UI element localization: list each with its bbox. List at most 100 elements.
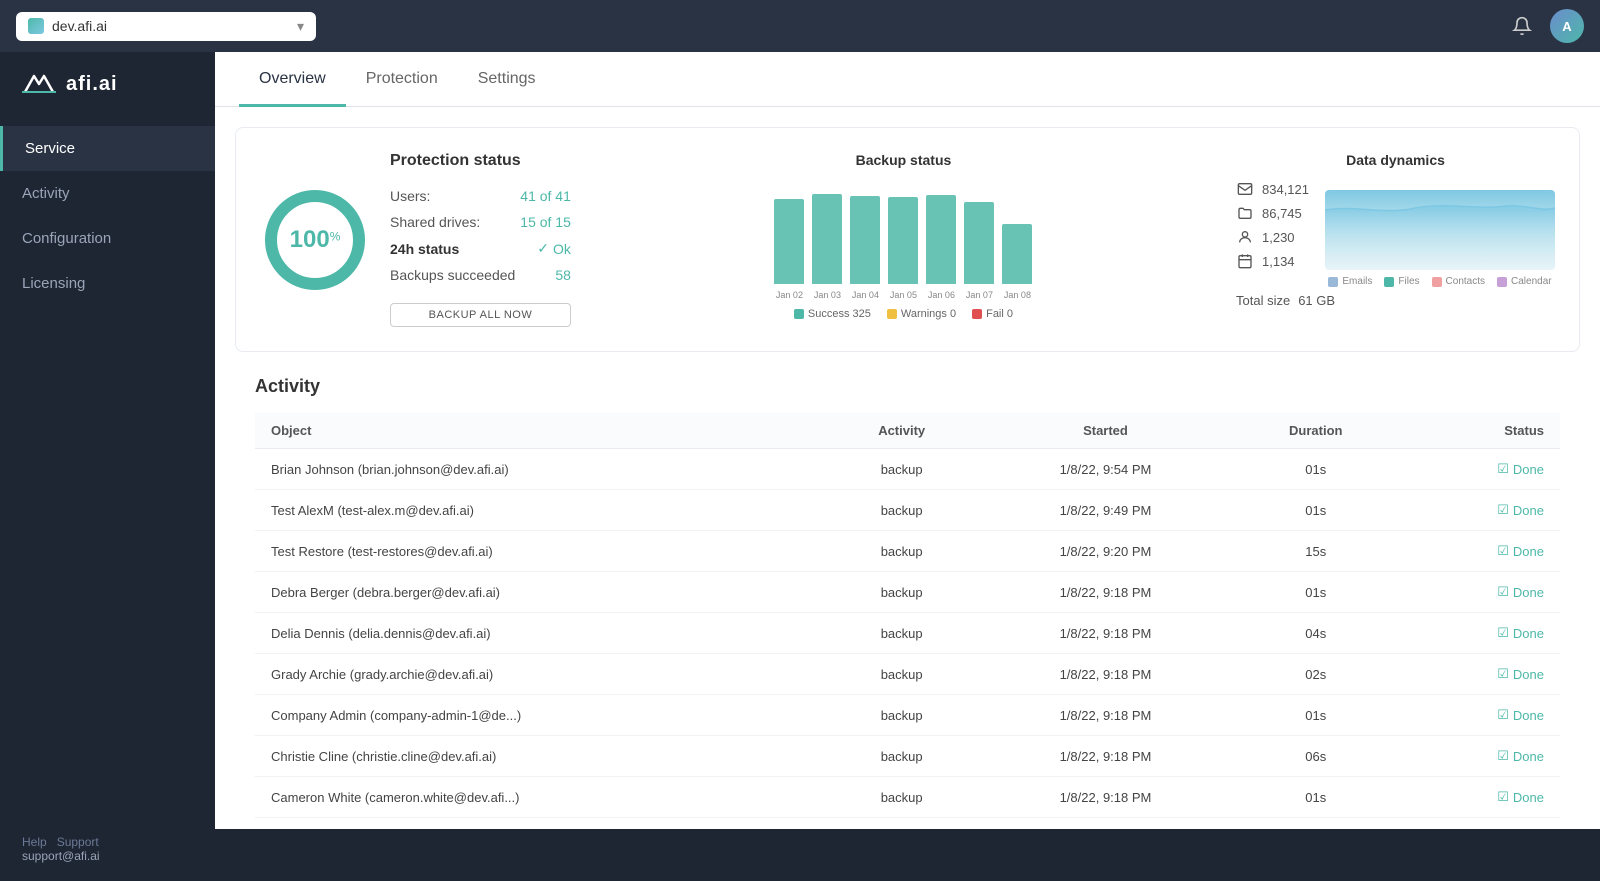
area-legend-dot: [1384, 277, 1394, 287]
sidebar-item-configuration[interactable]: Configuration: [0, 216, 215, 261]
area-legend-label: Contacts: [1446, 276, 1485, 287]
table-row[interactable]: Delia Dennis (delia.dennis@dev.afi.ai)ba…: [255, 613, 1560, 654]
table-row[interactable]: Brian Johnson (brian.johnson@dev.afi.ai)…: [255, 449, 1560, 490]
url-bar[interactable]: dev.afi.ai ▾: [16, 12, 316, 41]
activity-status: ☑Done: [1402, 818, 1560, 830]
activity-type: backup: [822, 777, 981, 818]
bar-label: Jan 07: [966, 290, 993, 300]
logo-text: afi.ai: [66, 73, 118, 96]
table-row[interactable]: Christie Cline (christie.cline@dev.afi.a…: [255, 736, 1560, 777]
done-text: Done: [1513, 462, 1544, 477]
help-link[interactable]: Help: [22, 835, 47, 849]
table-row[interactable]: Cameron White (cameron.white@dev.afi...)…: [255, 777, 1560, 818]
support-email[interactable]: support@afi.ai: [22, 849, 100, 863]
backup-chart-section: Backup status Jan 02Jan 03Jan 04Jan 05Ja…: [611, 152, 1196, 327]
activity-object: Cameron White (cameron.white@dev.afi...): [255, 777, 822, 818]
sidebar-item-licensing[interactable]: Licensing: [0, 261, 215, 306]
table-row[interactable]: Grady Archie (grady.archie@dev.afi.ai)ba…: [255, 654, 1560, 695]
activity-status: ☑ Done: [1402, 449, 1560, 490]
data-count-calendar: 1,134: [1262, 254, 1295, 269]
url-text: dev.afi.ai: [52, 18, 289, 34]
sidebar-item-service[interactable]: Service: [0, 126, 215, 171]
activity-status: ☑Done: [1402, 490, 1560, 531]
bar: [1002, 224, 1032, 284]
person-icon: [1236, 228, 1254, 246]
donut-pct-value: 100: [290, 226, 330, 253]
activity-started: 1/8/22, 9:18 PM: [981, 736, 1230, 777]
activity-status: ☑Done: [1402, 654, 1560, 695]
tab-overview[interactable]: Overview: [239, 52, 346, 107]
done-check-icon: ☑: [1497, 584, 1509, 600]
activity-object: Brian Johnson (brian.johnson@dev.afi.ai): [255, 449, 822, 490]
bar-group: Jan 07: [964, 202, 994, 300]
tab-settings[interactable]: Settings: [458, 52, 556, 107]
area-chart-legend: EmailsFilesContactsCalendar: [1325, 276, 1555, 287]
done-text: Done: [1513, 790, 1544, 805]
activity-started: 1/8/22, 9:18 PM: [981, 613, 1230, 654]
bar-group: Jan 06: [926, 195, 956, 300]
bar-label: Jan 03: [814, 290, 841, 300]
done-text: Done: [1513, 544, 1544, 559]
done-text: Done: [1513, 585, 1544, 600]
legend-item: Success 325: [794, 308, 871, 320]
col-duration: Duration: [1230, 413, 1402, 449]
legend-item: Fail 0: [972, 308, 1013, 320]
sidebar-item-label-licensing: Licensing: [22, 275, 85, 292]
sidebar-item-activity[interactable]: Activity: [0, 171, 215, 216]
table-row[interactable]: Debra Berger (debra.berger@dev.afi.ai)ba…: [255, 572, 1560, 613]
bar-label: Jan 02: [776, 290, 803, 300]
notification-icon[interactable]: [1506, 10, 1538, 42]
sidebar-item-label-service: Service: [25, 140, 75, 157]
activity-started: 1/8/22, 9:18 PM: [981, 777, 1230, 818]
table-row[interactable]: Test Restore (test-restores@dev.afi.ai)b…: [255, 531, 1560, 572]
donut-center: 100%: [290, 226, 341, 254]
status-24h-label: 24h status: [390, 241, 459, 257]
avatar[interactable]: A: [1550, 9, 1584, 43]
area-legend-item: Contacts: [1432, 276, 1485, 287]
table-row[interactable]: Test AlexM (test-alex.m@dev.afi.ai)backu…: [255, 490, 1560, 531]
email-icon: [1236, 180, 1254, 198]
users-value: 41 of 41: [520, 188, 571, 204]
support-link[interactable]: Support: [57, 835, 99, 849]
data-dynamics-title: Data dynamics: [1236, 152, 1555, 168]
chart-legend: Success 325Warnings 0Fail 0: [611, 308, 1196, 320]
activity-type: backup: [822, 654, 981, 695]
col-started: Started: [981, 413, 1230, 449]
activity-duration: 01s: [1230, 572, 1402, 613]
area-chart: [1325, 190, 1555, 270]
activity-object: Delia Dennis (delia.dennis@dev.afi.ai): [255, 613, 822, 654]
activity-object: Test Restore (test-restores@dev.afi.ai): [255, 531, 822, 572]
activity-object: Test AlexM (test-alex.m@dev.afi.ai): [255, 490, 822, 531]
area-chart-svg: [1325, 190, 1555, 270]
done-text: Done: [1513, 667, 1544, 682]
area-legend-dot: [1328, 277, 1338, 287]
url-dropdown-icon[interactable]: ▾: [297, 18, 304, 35]
legend-dot: [794, 309, 804, 319]
activity-type: backup: [822, 736, 981, 777]
status-card: 100% Protection status Users: 41 of 41 S…: [235, 127, 1580, 352]
folder-icon: [1236, 204, 1254, 222]
protection-left: 100% Protection status Users: 41 of 41 S…: [260, 152, 571, 327]
activity-started: 1/8/22, 9:18 PM: [981, 818, 1230, 830]
table-row[interactable]: Brian Johnson (brian.johnson@dev.afi.ai)…: [255, 818, 1560, 830]
done-check-icon: ☑: [1497, 461, 1509, 477]
activity-started: 1/8/22, 9:20 PM: [981, 531, 1230, 572]
bar-label: Jan 08: [1004, 290, 1031, 300]
favicon-icon: [28, 18, 44, 34]
area-legend-item: Emails: [1328, 276, 1372, 287]
activity-duration: 01s: [1230, 777, 1402, 818]
activity-type: backup: [822, 449, 981, 490]
activity-type: backup: [822, 490, 981, 531]
backup-all-now-button[interactable]: BACKUP ALL NOW: [390, 303, 571, 327]
tab-protection[interactable]: Protection: [346, 52, 458, 107]
activity-duration: 01s: [1230, 449, 1402, 490]
table-row[interactable]: Company Admin (company-admin-1@de...)bac…: [255, 695, 1560, 736]
activity-table: Object Activity Started Duration Status …: [255, 413, 1560, 829]
activity-started: 1/8/22, 9:49 PM: [981, 490, 1230, 531]
activity-duration: 01s: [1230, 695, 1402, 736]
activity-object: Brian Johnson (brian.johnson@dev.afi.ai): [255, 818, 822, 830]
bar-label: Jan 04: [852, 290, 879, 300]
backups-succeeded-row: Backups succeeded 58: [390, 267, 571, 283]
activity-table-header: Object Activity Started Duration Status: [255, 413, 1560, 449]
activity-object: Debra Berger (debra.berger@dev.afi.ai): [255, 572, 822, 613]
